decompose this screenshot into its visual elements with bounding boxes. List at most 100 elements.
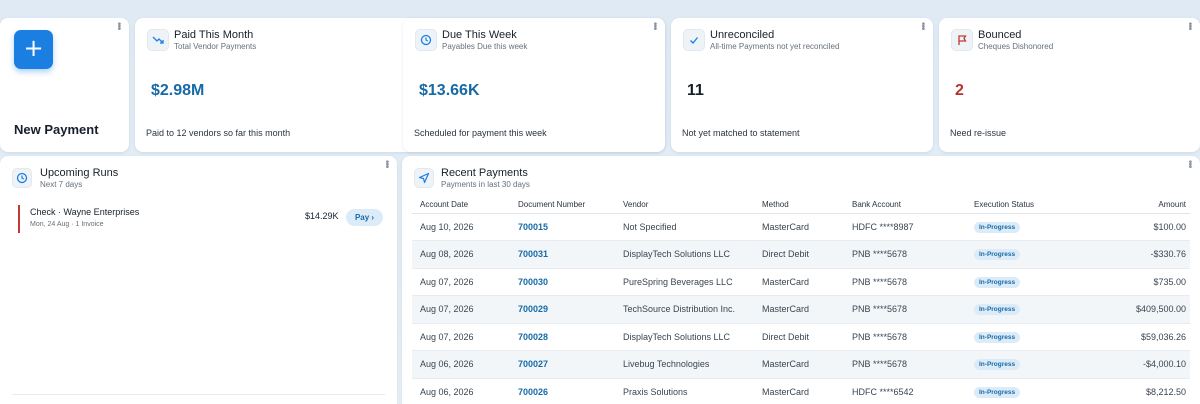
panel-title: Upcoming Runs <box>40 167 119 179</box>
amount-cell: $59,036.26 <box>1088 323 1190 351</box>
date-cell: Aug 06, 2026 <box>412 350 510 379</box>
more-options-icon[interactable]: ••• <box>381 160 392 168</box>
method-cell: Direct Debit <box>754 240 844 269</box>
stat-subtitle: Cheques Dishonored <box>978 42 1054 51</box>
pay-button[interactable]: Pay › <box>346 209 383 226</box>
stat-value: $2.98M <box>151 82 205 99</box>
table-row[interactable]: Aug 10, 2026 700015 Not Specified MasterCar… <box>412 213 1190 241</box>
column-header[interactable]: Account Date <box>412 197 510 214</box>
table-row[interactable]: Aug 06, 2026 700026 Praxis Solutions Master… <box>412 378 1190 404</box>
more-options-icon[interactable]: ••• <box>917 22 928 30</box>
status-cell: In-Progress <box>966 378 1088 404</box>
upcoming-runs-panel: ••• Upcoming Runs Next 7 days Check · Wa… <box>0 156 397 404</box>
bank-cell: PNB ****5678 <box>844 350 966 379</box>
payments-table: Account Date Document Number Vendor Meth… <box>412 197 1190 404</box>
vendor-cell: Praxis Solutions <box>615 378 754 404</box>
table-row[interactable]: Aug 06, 2026 700027 Livebug Technologies Ma… <box>412 350 1190 379</box>
table-row[interactable]: Aug 07, 2026 700028 DisplayTech Solutions … <box>412 323 1190 351</box>
amount-cell: $735.00 <box>1088 268 1190 296</box>
status-badge: In-Progress <box>974 276 1021 288</box>
table-row[interactable]: Aug 07, 2026 700030 PureSpring Beverages L… <box>412 268 1190 296</box>
vendor-cell: Not Specified <box>615 213 754 241</box>
status-cell: In-Progress <box>966 213 1088 241</box>
divider <box>12 394 385 395</box>
trending-down-icon <box>147 29 169 51</box>
status-badge: In-Progress <box>974 386 1021 398</box>
run-amount: $14.29K <box>305 211 339 221</box>
column-header[interactable]: Method <box>754 197 844 214</box>
stat-card-due-this-week: ••• Due This Week Payables Due this week… <box>403 18 665 152</box>
stat-subtitle: All-time Payments not yet reconciled <box>710 42 840 51</box>
new-payment-label: New Payment <box>14 122 99 137</box>
date-cell: Aug 07, 2026 <box>412 268 510 296</box>
stat-subtitle: Total Vendor Payments <box>174 42 257 51</box>
flag-icon <box>951 29 973 51</box>
plus-icon[interactable]: + <box>14 30 53 69</box>
amount-cell: $100.00 <box>1088 213 1190 241</box>
column-header[interactable]: Vendor <box>615 197 754 214</box>
table-header-row: Account Date Document Number Vendor Meth… <box>412 197 1190 214</box>
date-cell: Aug 07, 2026 <box>412 323 510 351</box>
stat-footer: Need re-issue <box>950 128 1007 138</box>
method-cell: MasterCard <box>754 295 844 324</box>
vendor-cell: PureSpring Beverages LLC <box>615 268 754 296</box>
bank-cell: PNB ****5678 <box>844 323 966 351</box>
status-badge: In-Progress <box>974 221 1021 233</box>
document-number-link[interactable]: 700028 <box>510 323 615 351</box>
column-header[interactable]: Execution Status <box>966 197 1088 214</box>
new-payment-card[interactable]: ••• + New Payment <box>0 18 129 152</box>
vendor-cell: TechSource Distribution Inc. <box>615 295 754 324</box>
method-cell: MasterCard <box>754 268 844 296</box>
stat-footer: Not yet matched to statement <box>682 128 800 138</box>
status-badge: In-Progress <box>974 331 1021 343</box>
recent-payments-panel: ••• Recent Payments Payments in last 30 … <box>402 156 1200 404</box>
bank-cell: PNB ****5678 <box>844 240 966 269</box>
status-cell: In-Progress <box>966 295 1088 324</box>
more-options-icon[interactable]: ••• <box>1184 22 1195 30</box>
check-icon <box>683 29 705 51</box>
column-header[interactable]: Amount <box>1088 197 1190 214</box>
column-header[interactable]: Document Number <box>510 197 615 214</box>
method-cell: Direct Debit <box>754 323 844 351</box>
stat-subtitle: Payables Due this week <box>442 42 528 51</box>
status-badge: In-Progress <box>974 249 1021 261</box>
table-row[interactable]: Aug 08, 2026 700031 DisplayTech Solutions … <box>412 240 1190 269</box>
clock-icon <box>12 168 32 188</box>
more-options-icon[interactable]: ••• <box>1184 160 1195 168</box>
document-number-link[interactable]: 700026 <box>510 378 615 404</box>
status-cell: In-Progress <box>966 268 1088 296</box>
run-meta: Mon, 24 Aug · 1 Invoice <box>30 221 104 228</box>
vendor-cell: DisplayTech Solutions LLC <box>615 323 754 351</box>
date-cell: Aug 10, 2026 <box>412 213 510 241</box>
clock-icon <box>415 29 437 51</box>
date-cell: Aug 08, 2026 <box>412 240 510 269</box>
date-cell: Aug 07, 2026 <box>412 295 510 324</box>
stat-card-unreconciled: ••• Unreconciled All-time Payments not y… <box>671 18 933 152</box>
method-cell: MasterCard <box>754 350 844 379</box>
vendor-cell: Livebug Technologies <box>615 350 754 379</box>
document-number-link[interactable]: 700030 <box>510 268 615 296</box>
table-row[interactable]: Aug 07, 2026 700029 TechSource Distributio… <box>412 295 1190 324</box>
stat-footer: Paid to 12 vendors so far this month <box>146 128 291 138</box>
document-number-link[interactable]: 700027 <box>510 350 615 379</box>
more-options-icon[interactable]: ••• <box>649 22 660 30</box>
document-number-link[interactable]: 700031 <box>510 240 615 269</box>
method-cell: MasterCard <box>754 378 844 404</box>
date-cell: Aug 06, 2026 <box>412 378 510 404</box>
bank-cell: HDFC ****8987 <box>844 213 966 241</box>
stat-card-bounced: ••• Bounced Cheques Dishonored 2 Need re… <box>939 18 1200 152</box>
amount-cell: -$4,000.10 <box>1088 350 1190 379</box>
document-number-link[interactable]: 700015 <box>510 213 615 241</box>
stat-title: Due This Week <box>442 29 517 41</box>
run-item[interactable]: Check · Wayne Enterprises Mon, 24 Aug · … <box>18 205 384 233</box>
status-badge: In-Progress <box>974 359 1021 371</box>
column-header[interactable]: Bank Account <box>844 197 966 214</box>
amount-cell: $8,212.50 <box>1088 378 1190 404</box>
amount-cell: $409,500.00 <box>1088 295 1190 324</box>
document-number-link[interactable]: 700029 <box>510 295 615 324</box>
status-badge: In-Progress <box>974 304 1021 316</box>
stat-footer: Scheduled for payment this week <box>414 128 547 138</box>
status-cell: In-Progress <box>966 240 1088 269</box>
more-options-icon[interactable]: ••• <box>113 22 124 30</box>
panel-subtitle: Next 7 days <box>40 180 83 189</box>
